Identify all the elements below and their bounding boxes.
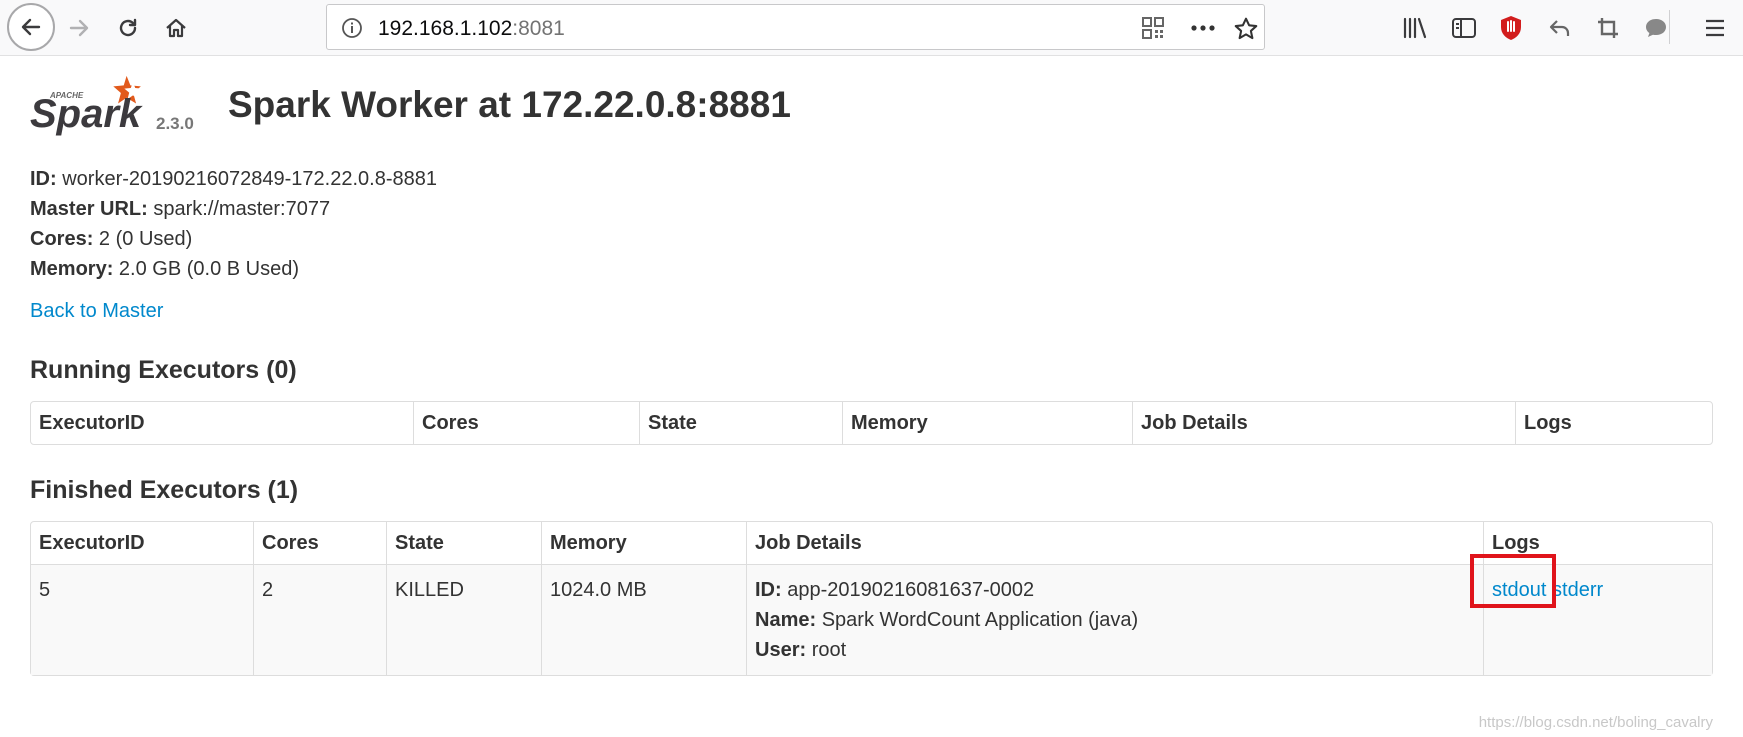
job-details-cell: ID: app-20190216081637-0002 Name: Spark … <box>746 564 1483 675</box>
logo-spark-text: Spark <box>30 92 143 136</box>
memory-value: 2.0 GB (0.0 B Used) <box>118 258 299 280</box>
job-name-label: Name: <box>755 609 817 631</box>
reload-button[interactable] <box>105 5 151 51</box>
column-header[interactable]: Cores <box>413 402 639 444</box>
back-button[interactable] <box>7 3 55 51</box>
spark-logo: APACHE Spark <box>30 75 143 136</box>
memory-label: Memory: <box>30 258 114 280</box>
column-header[interactable]: ExecutorID <box>31 522 253 564</box>
stdout-highlight-box <box>1470 554 1556 608</box>
chat-icon <box>1646 19 1666 37</box>
column-header[interactable]: Memory <box>842 402 1132 444</box>
url-host: 192.168.1.102 <box>378 17 513 40</box>
job-name-value: Spark WordCount Application (java) <box>821 609 1139 631</box>
cores-cell: 2 <box>253 564 386 675</box>
shield-icon <box>1501 16 1521 40</box>
spark-version: 2.3.0 <box>156 114 194 133</box>
job-id-value: app-20190216081637-0002 <box>787 579 1035 601</box>
qr-code-icon[interactable] <box>1141 16 1165 40</box>
library-icon <box>1403 17 1427 39</box>
cores-line: Cores: 2 (0 Used) <box>30 224 437 254</box>
master-url-label: Master URL: <box>30 198 148 220</box>
state-cell: KILLED <box>386 564 541 675</box>
cores-value: 2 (0 Used) <box>98 228 193 250</box>
undo-icon <box>1549 20 1570 36</box>
sidebar-icon <box>1452 18 1476 38</box>
star-icon[interactable] <box>1233 16 1259 42</box>
cores-label: Cores: <box>30 228 94 250</box>
arrow-left-icon <box>21 18 41 36</box>
forward-button[interactable] <box>56 5 102 51</box>
master-url-line: Master URL: spark://master:7077 <box>30 194 437 224</box>
column-header[interactable]: Job Details <box>1132 402 1515 444</box>
hamburger-icon <box>1706 19 1724 37</box>
job-id-line: ID: app-20190216081637-0002 <box>755 575 1475 605</box>
column-header[interactable]: Job Details <box>746 522 1483 564</box>
back-to-master-link[interactable]: Back to Master <box>30 300 163 323</box>
column-header[interactable]: Cores <box>253 522 386 564</box>
executor-id-cell: 5 <box>31 564 253 675</box>
sidebar-button[interactable] <box>1441 5 1487 51</box>
worker-info: ID: worker-20190216072849-172.22.0.8-888… <box>30 164 437 284</box>
page-title: Spark Worker at 172.22.0.8:8881 <box>228 84 791 125</box>
column-header[interactable]: State <box>639 402 842 444</box>
master-url-value: spark://master:7077 <box>153 198 331 220</box>
toolbar-divider <box>1669 10 1670 44</box>
undo-button[interactable] <box>1537 5 1583 51</box>
memory-cell: 1024.0 MB <box>541 564 746 675</box>
column-header[interactable]: State <box>386 522 541 564</box>
job-id-label: ID: <box>755 579 782 601</box>
job-name-line: Name: Spark WordCount Application (java) <box>755 605 1475 635</box>
column-header[interactable]: Logs <box>1515 402 1712 444</box>
job-user-label: User: <box>755 639 807 661</box>
job-user-value: root <box>811 639 847 661</box>
url-text[interactable]: 192.168.1.102:8081 <box>378 17 565 41</box>
running-executors-heading: Running Executors (0) <box>30 356 297 384</box>
watermark: https://blog.csdn.net/boling_cavalry <box>1478 714 1713 731</box>
home-button[interactable] <box>153 5 199 51</box>
menu-button[interactable] <box>1692 5 1738 51</box>
browser-toolbar: 192.168.1.102:8081 <box>0 0 1743 56</box>
table-header-row: ExecutorID Cores State Memory Job Detail… <box>31 402 1712 444</box>
worker-id-value: worker-20190216072849-172.22.0.8-8881 <box>62 168 437 190</box>
worker-id-label: ID: <box>30 168 57 190</box>
stderr-link[interactable]: stderr <box>1552 579 1603 601</box>
column-header[interactable]: Memory <box>541 522 746 564</box>
info-icon[interactable] <box>341 17 363 39</box>
table-row: 5 2 KILLED 1024.0 MB ID: app-20190216081… <box>31 564 1712 675</box>
more-icon[interactable] <box>1189 16 1217 40</box>
ublock-button[interactable] <box>1488 5 1534 51</box>
job-user-line: User: root <box>755 635 1475 665</box>
running-executors-table: ExecutorID Cores State Memory Job Detail… <box>30 401 1713 445</box>
table-header-row: ExecutorID Cores State Memory Job Detail… <box>31 522 1712 564</box>
library-button[interactable] <box>1392 5 1438 51</box>
finished-executors-heading: Finished Executors (1) <box>30 476 299 504</box>
finished-executors-table: ExecutorID Cores State Memory Job Detail… <box>30 521 1713 676</box>
chat-button[interactable] <box>1633 5 1679 51</box>
url-bar[interactable]: 192.168.1.102:8081 <box>326 4 1265 50</box>
home-icon <box>166 18 186 38</box>
column-header[interactable]: ExecutorID <box>31 402 413 444</box>
screenshot-button[interactable] <box>1585 5 1631 51</box>
url-port: :8081 <box>512 17 565 40</box>
reload-icon <box>119 18 137 37</box>
memory-line: Memory: 2.0 GB (0.0 B Used) <box>30 254 437 284</box>
arrow-right-icon <box>69 19 89 37</box>
worker-id-line: ID: worker-20190216072849-172.22.0.8-888… <box>30 164 437 194</box>
crop-icon <box>1598 18 1618 38</box>
